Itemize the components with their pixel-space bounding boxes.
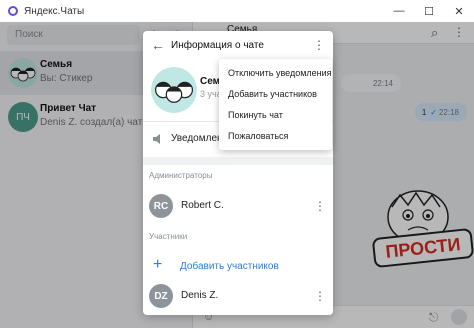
speaker-icon <box>153 134 160 144</box>
app-logo-icon <box>8 6 18 16</box>
menu-item-add-members[interactable]: Добавить участников <box>219 84 332 105</box>
back-arrow-icon[interactable]: ← <box>149 36 167 54</box>
modal-menu-icon[interactable]: ⋮ <box>311 37 327 53</box>
section-divider <box>143 157 333 165</box>
members-section-label: Участники <box>149 232 188 241</box>
member-avatar: DZ <box>149 284 173 308</box>
add-members-row[interactable]: + Добавить участников <box>143 255 333 277</box>
more-vertical-icon[interactable]: ⋮ <box>313 288 327 304</box>
menu-item-report[interactable]: Пожаловаться <box>219 126 332 147</box>
window-title: Яндекс.Чаты <box>24 5 85 17</box>
admin-name: Robert C. <box>181 200 224 211</box>
chat-avatar-large <box>151 67 197 113</box>
close-window-button[interactable]: ✕ <box>444 0 474 22</box>
modal-header: ← Информация о чате ⋮ <box>143 31 333 59</box>
add-members-label: Добавить участников <box>180 261 279 272</box>
modal-title: Информация о чате <box>171 40 264 51</box>
plus-icon: + <box>153 256 163 273</box>
title-bar: Яндекс.Чаты — ☐ ✕ <box>0 0 474 22</box>
menu-item-leave-chat[interactable]: Покинуть чат <box>219 105 332 126</box>
admins-section-label: Администраторы <box>149 171 213 180</box>
member-name: Denis Z. <box>181 290 219 301</box>
menu-item-mute[interactable]: Отключить уведомления <box>219 63 332 84</box>
member-row[interactable]: DZ Denis Z. ⋮ <box>143 280 333 312</box>
admin-row[interactable]: RC Robert C. ⋮ <box>143 190 333 222</box>
chat-options-dropdown: Отключить уведомления Добавить участнико… <box>219 59 332 150</box>
more-vertical-icon[interactable]: ⋮ <box>313 198 327 214</box>
minimize-button[interactable]: — <box>384 0 414 22</box>
maximize-button[interactable]: ☐ <box>414 0 444 22</box>
admin-avatar: RC <box>149 194 173 218</box>
app-window: Яндекс.Чаты — ☐ ✕ Поиск ✎ ⚙ Семья Вы: С <box>0 0 474 328</box>
